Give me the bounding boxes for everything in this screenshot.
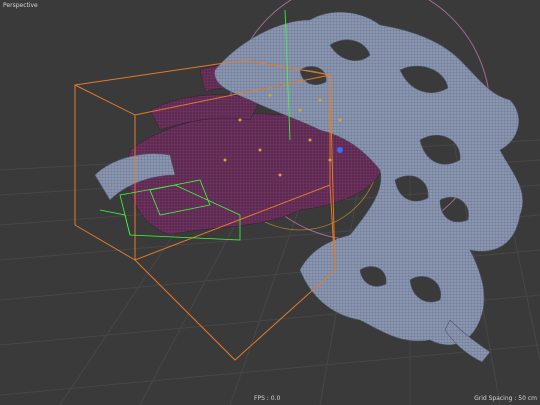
view-name-label: Perspective (3, 2, 38, 9)
grid-spacing-readout: Grid Spacing : 50 cm (474, 395, 537, 402)
viewport-scene (0, 0, 540, 405)
3d-viewport[interactable]: Perspective FPS : 0.0 Grid Spacing : 50 … (0, 0, 540, 405)
fps-readout: FPS : 0.0 (254, 395, 281, 402)
light-source-marker (337, 147, 343, 153)
viewport-status-bar: FPS : 0.0 Grid Spacing : 50 cm (0, 394, 540, 405)
